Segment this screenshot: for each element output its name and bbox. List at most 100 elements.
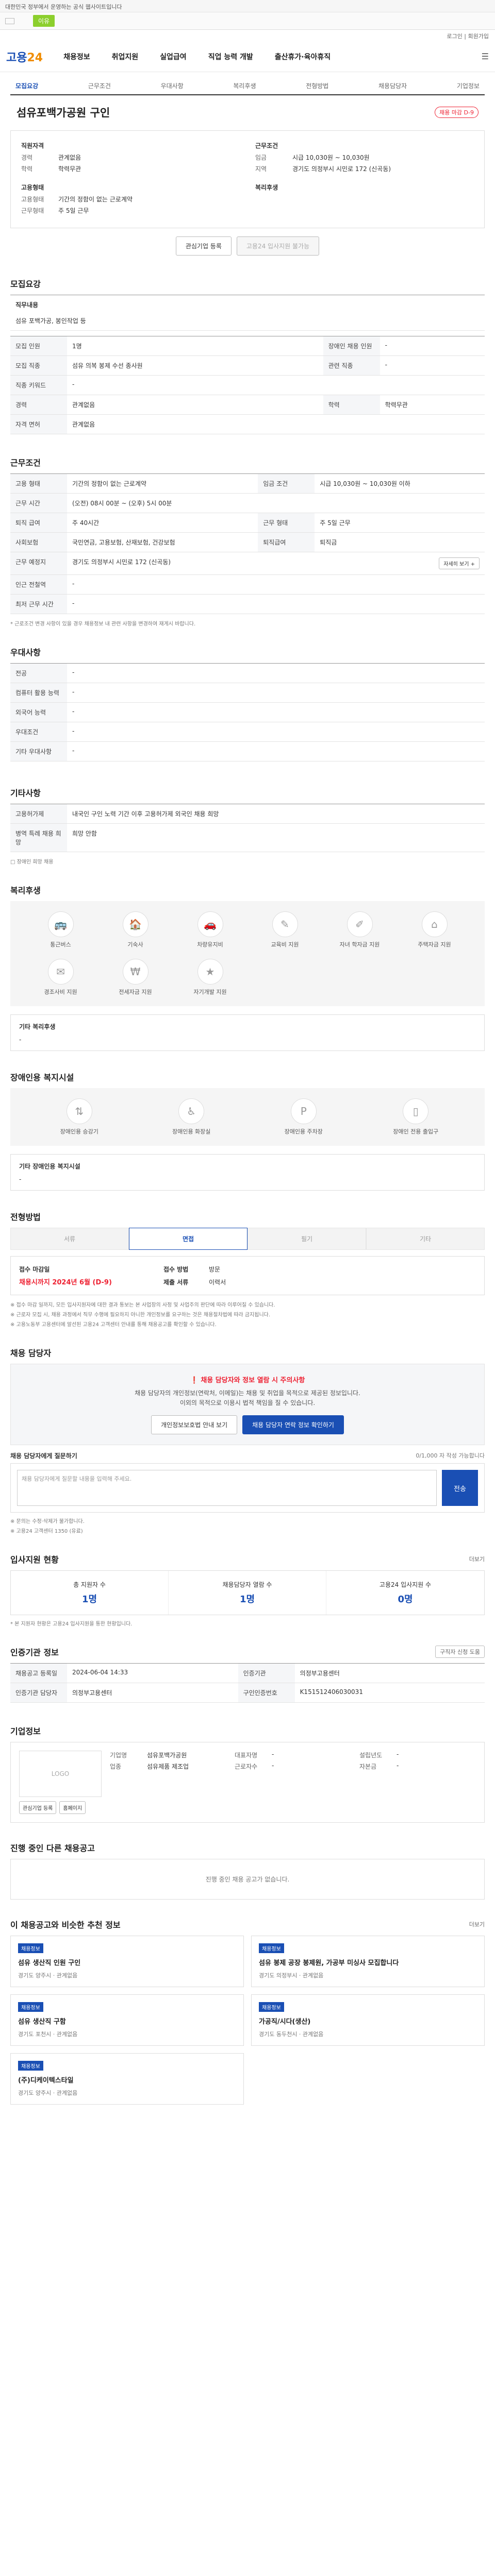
kv-key: 설립년도 (359, 1752, 383, 1759)
cell-key: 인증기관 담당자 (10, 1683, 67, 1703)
card-tag: 채용정보 (18, 2061, 43, 2071)
welfare-label: 자녀 학자금 지원 (339, 941, 380, 948)
access-item: ▯ 장애인 전용 출입구 (362, 1098, 470, 1136)
privacy-guide-button[interactable]: 개인정보보호법 안내 보기 (151, 1415, 238, 1435)
step-interview: 면접 (129, 1228, 248, 1250)
cell-value: 의정부고용센터 (67, 1683, 238, 1703)
cell-key: 퇴직 급여 (10, 513, 67, 533)
menu-icon[interactable]: ☰ (482, 52, 489, 61)
step-other: 기타 (366, 1228, 485, 1250)
box-value: - (19, 1176, 22, 1183)
cell-key: 직종 키워드 (10, 375, 67, 395)
bus-icon: 🚌 (47, 911, 74, 937)
house-icon: ⌂ (421, 911, 448, 937)
card-tag: 채용정보 (18, 2002, 43, 2012)
card-title[interactable]: 섬유 생산직 구함 (18, 2016, 236, 2026)
card-title[interactable]: 섬유 생산직 인원 구인 (18, 1957, 236, 1967)
corp-interest-button[interactable]: 관심기업 등록 (19, 1801, 57, 1815)
contact-warning-text: 채용 담당자와 정보 열람 시 주의사항 (201, 1377, 305, 1384)
tab-welfare[interactable]: 복리후생 (233, 81, 256, 90)
work-table: 고용 형태 기간의 정함이 없는 근로계약 임금 조건 시급 10,030원 ~ 10… (10, 473, 485, 614)
cell-value: - (67, 663, 485, 683)
card-title[interactable]: 가공직/시다(생산) (259, 2016, 477, 2026)
recommend-card[interactable]: 채용정보 섬유 생산직 인원 구인 경기도 양주시 · 관계없음 (10, 1936, 244, 1988)
corp-left: LOGO 관심기업 등록 홈페이지 (19, 1751, 102, 1815)
cell-value: - (67, 722, 485, 742)
cell-value: 2024-06-04 14:33 (67, 1663, 238, 1684)
tab-pref[interactable]: 우대사항 (161, 81, 184, 90)
welfare-label: 교육비 지원 (271, 941, 299, 948)
access-label: 장애인용 승강기 (60, 1128, 98, 1135)
cell-key: 근무 시간 (10, 493, 67, 513)
send-button[interactable]: 전송 (442, 1470, 478, 1506)
stats-more-link[interactable]: 더보기 (469, 1555, 485, 1563)
pref-table: 전공 - 컴퓨터 활용 능력 - 외국어 능력 - 우대조건 - 기타 우대사항 - (10, 663, 485, 761)
duty-cell: 직무내용 섬유 포백가공, 봉인작업 등 (10, 295, 485, 331)
auth-help-button[interactable]: 구직자 신청 도움 (435, 1646, 485, 1658)
site-logo[interactable]: 고용24 (6, 48, 43, 65)
nav-item[interactable]: 직업 능력 개발 (208, 52, 253, 62)
util-links[interactable]: 로그인 | 회원가입 (0, 30, 495, 41)
cell-value: 기간의 정함이 없는 근로계약 (67, 473, 258, 494)
apply-disabled-button[interactable]: 고용24 입사지원 불가능 (236, 236, 320, 256)
cell-key: 모집 인원 (10, 336, 67, 356)
cell-value: 희망 안함 (67, 823, 485, 852)
access-item: ⇅ 장애인용 승강기 (26, 1098, 133, 1136)
inquiry-textarea[interactable]: 채용 담당자에게 질문할 내용을 입력해 주세요. (17, 1470, 437, 1506)
tab-corp[interactable]: 기업정보 (457, 81, 480, 90)
map-more-button[interactable]: 자세히 보기 + (439, 557, 480, 569)
gov-badge[interactable]: 이유 (33, 15, 55, 27)
recommend-card[interactable]: 채용정보 섬유 봉제 공장 봉제원, 가공부 미싱사 모집합니다 경기도 의정부시 … (251, 1936, 485, 1988)
nav-item[interactable]: 취업지원 (112, 52, 139, 62)
cell-key: 경력 (10, 395, 67, 415)
deadline-badge: 채용 마감 D-9 (435, 107, 478, 118)
nav-item[interactable]: 실업급여 (160, 52, 187, 62)
deadline-label: 접수 마감일 (19, 1266, 50, 1273)
stat-label: 고용24 입사지원 수 (379, 1581, 432, 1589)
stat-value: 0명 (398, 1594, 413, 1605)
recommend-card[interactable]: 채용정보 섬유 생산직 구함 경기도 포천시 · 관계없음 (10, 1994, 244, 2046)
access-label: 장애인용 주차장 (284, 1128, 323, 1135)
welfare-item: ✉ 경조사비 지원 (26, 959, 95, 996)
recommend-card[interactable]: 채용정보 (주)디케이텍스타일 경기도 양주시 · 관계없음 (10, 2053, 244, 2105)
corp-homepage-button[interactable]: 홈페이지 (59, 1801, 86, 1815)
access-item: P 장애인용 주차장 (250, 1098, 357, 1136)
welfare-item: ★ 자기개발 지원 (175, 959, 245, 996)
card-title[interactable]: 섬유 봉제 공장 봉제원, 가공부 미싱사 모집합니다 (259, 1957, 477, 1967)
card-title[interactable]: (주)디케이텍스타일 (18, 2075, 236, 2084)
cell-key: 병역 특례 채용 희망 (10, 823, 67, 852)
welfare-label: 주택자금 지원 (418, 941, 451, 948)
welfare-label: 차량유지비 (197, 941, 223, 948)
recommend-card[interactable]: 채용정보 가공직/시다(생산) 경기도 동두천시 · 관계없음 (251, 1994, 485, 2046)
access-label: 장애인 전용 출입구 (393, 1128, 439, 1135)
etc-foot-text: 장애인 희망 채용 (16, 859, 54, 865)
kv-value: 시급 10,030원 ~ 10,030원 (292, 154, 370, 161)
recommend-more-link[interactable]: 더보기 (469, 1920, 485, 1928)
welfare-item: ✎ 교육비 지원 (250, 911, 320, 948)
nav-item[interactable]: 출산휴가·육아휴직 (275, 52, 331, 62)
view-contact-button[interactable]: 채용 담당자 연락 정보 확인하기 (242, 1415, 344, 1435)
tab-work[interactable]: 근무조건 (88, 81, 111, 90)
kv-value: 섬유포백가공원 (147, 1752, 187, 1759)
inquiry-header: 채용 담당자에게 질문하기 0/1,000 자 작성 가능합니다 (10, 1451, 485, 1460)
cell-value: 퇴직금 (315, 532, 485, 552)
restroom-icon: ♿ (178, 1098, 205, 1124)
contact-foot: ※ 고용24 고객센터 1350 (유료) (10, 1529, 83, 1535)
cell-value: - (67, 375, 485, 395)
tab-recruit[interactable]: 모집요강 (15, 81, 38, 90)
tab-process[interactable]: 전형방법 (306, 81, 328, 90)
stat-label: 채용담당자 열람 수 (222, 1581, 272, 1589)
contact-foot: ※ 문의는 수정·삭제가 불가합니다. (10, 1519, 85, 1525)
welfare-item: 🏠 기숙사 (101, 911, 170, 948)
car-icon: 🚗 (197, 911, 223, 937)
nav-item[interactable]: 채용정보 (63, 52, 90, 62)
contact-box: ❗ 채용 담당자와 정보 열람 시 주의사항 채용 담당자의 개인정보(연락처,… (10, 1364, 485, 1446)
cell-key: 인증기관 (238, 1663, 295, 1684)
interest-button[interactable]: 관심기업 등록 (175, 236, 232, 256)
tab-contact[interactable]: 채용담당자 (378, 81, 407, 90)
kv-key: 경력 (21, 154, 33, 161)
gift-icon: ✉ (47, 959, 74, 985)
cell-key: 임금 조건 (258, 473, 315, 494)
section-title: 복리후생 (10, 886, 41, 895)
process-note: ※ 고용노동부 고용센터에 알선된 고용24 고객센터 안내를 통해 채용공고를… (10, 1322, 217, 1328)
